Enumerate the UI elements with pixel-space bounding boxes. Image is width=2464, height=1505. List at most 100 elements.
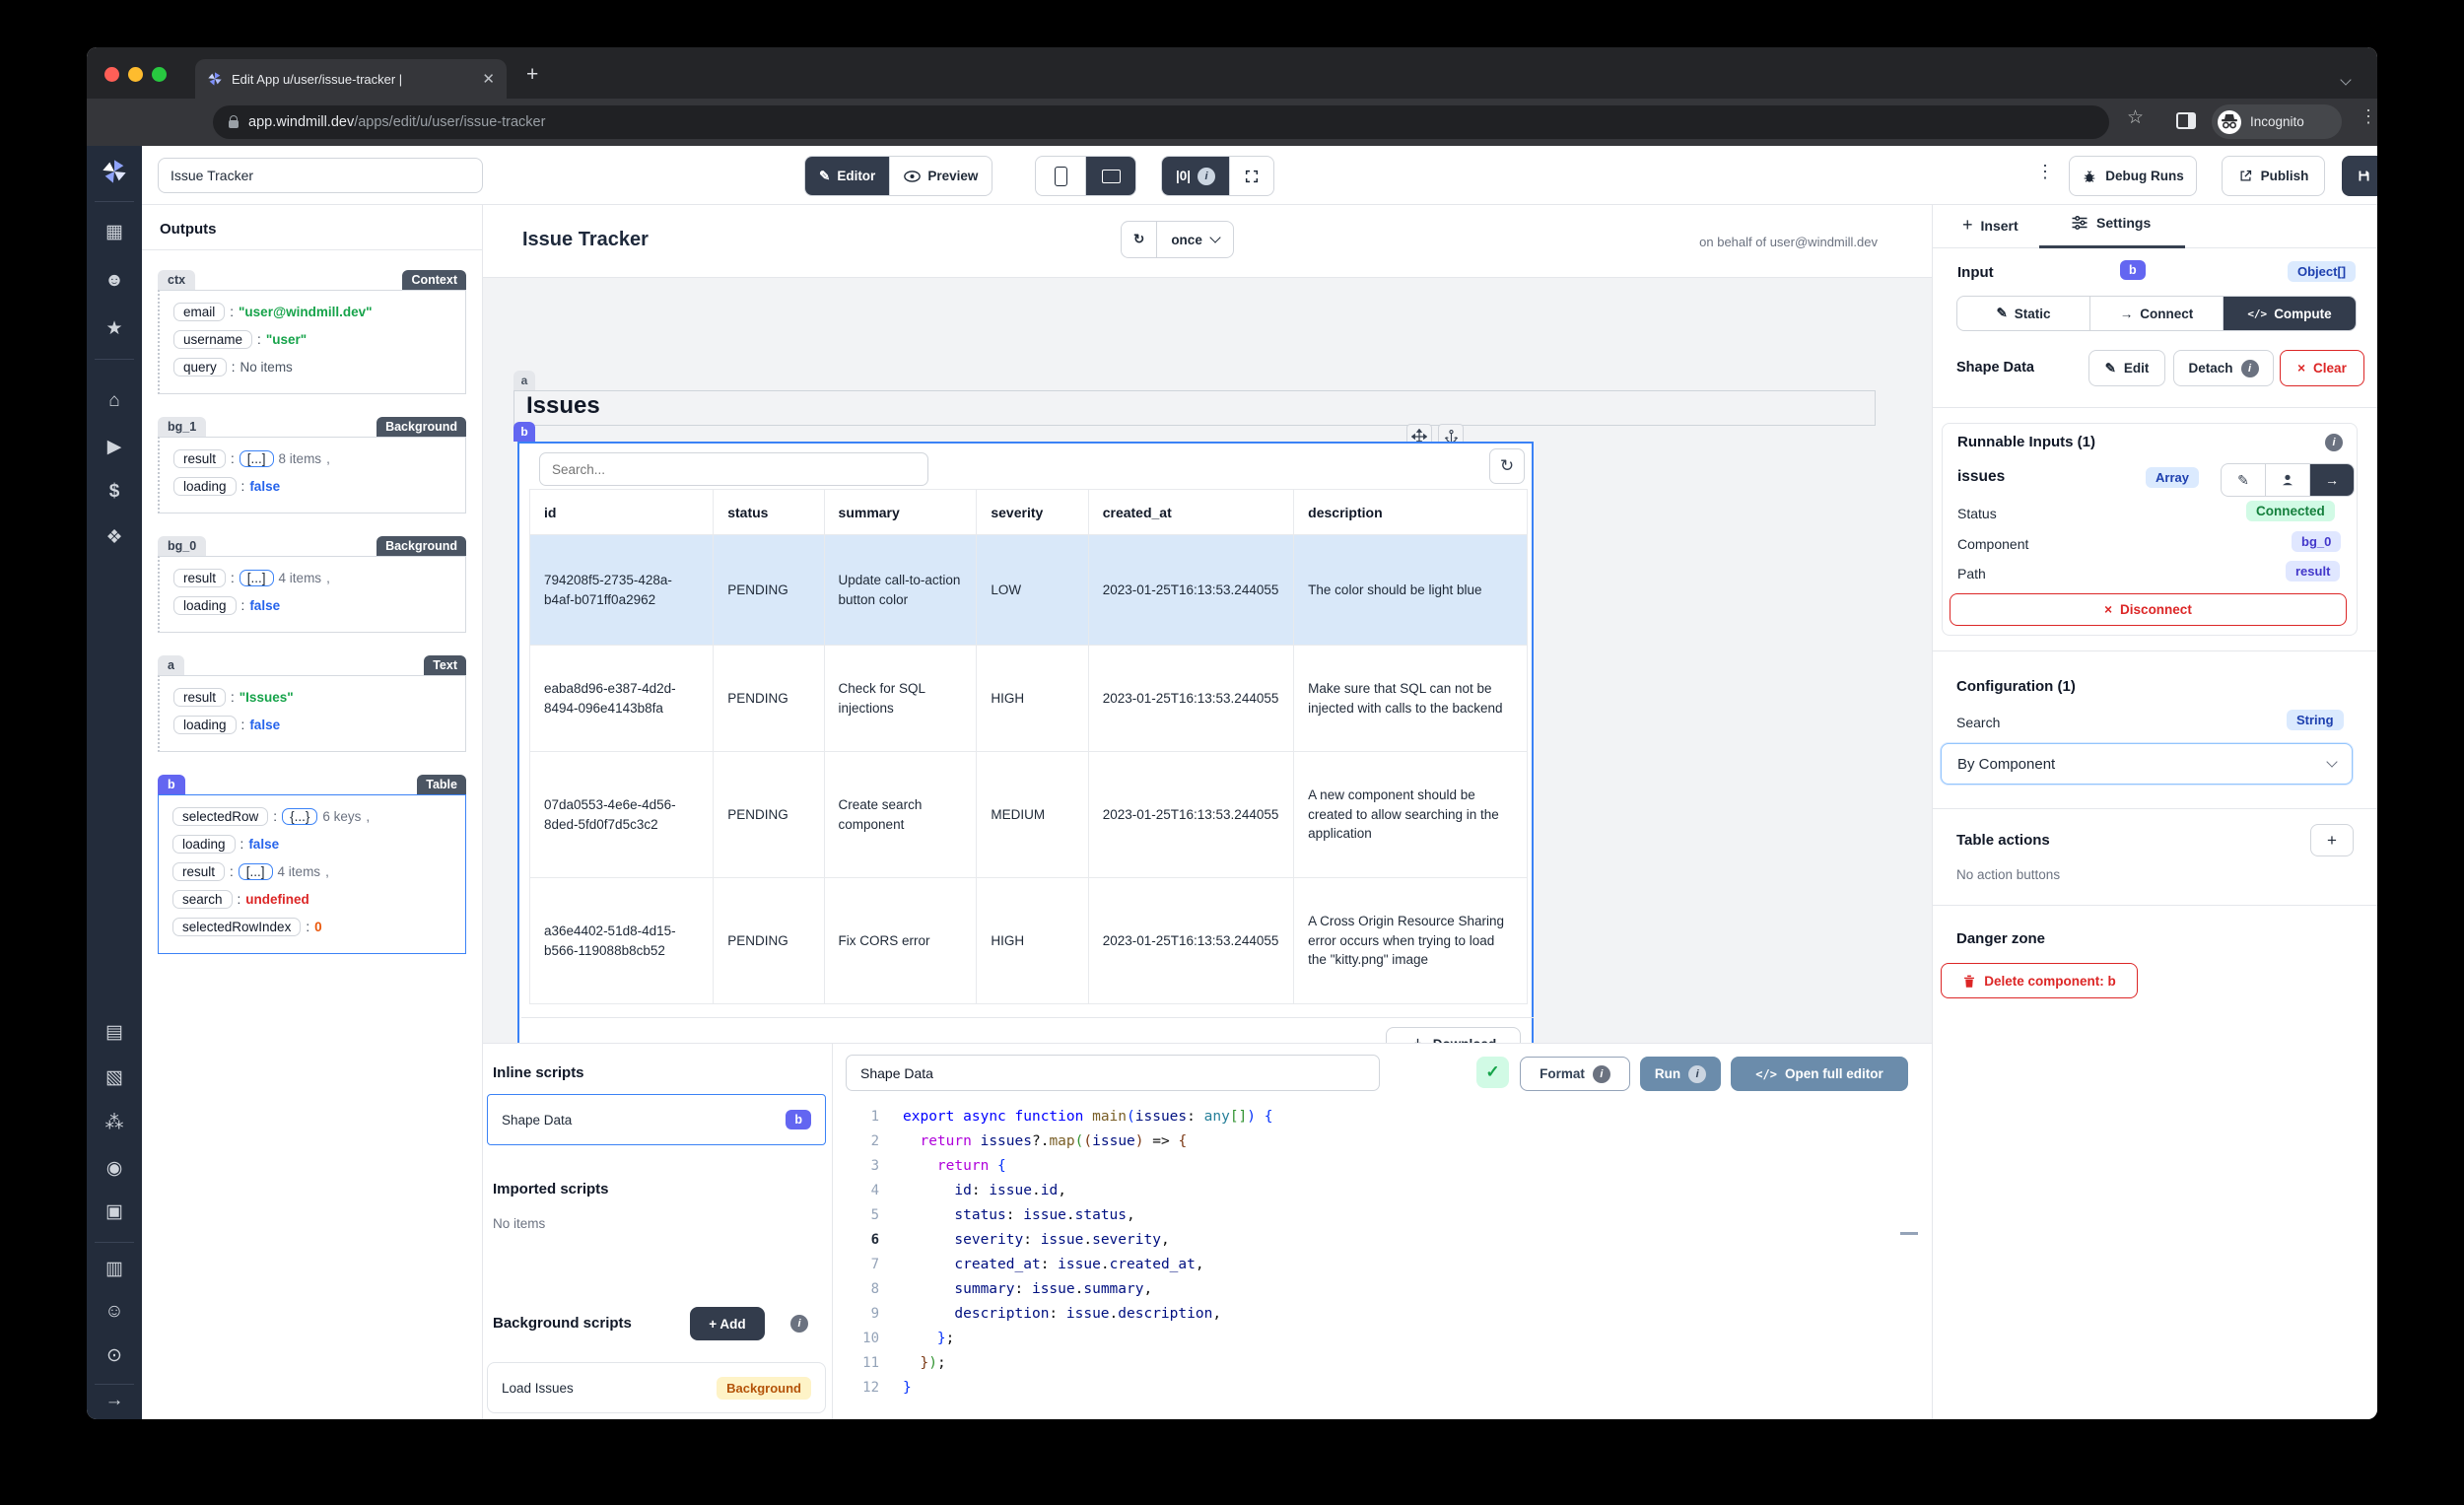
code-line[interactable]: 9 description: issue.description, xyxy=(846,1301,1924,1326)
sidebar-item-docs-icon[interactable]: ▥ xyxy=(87,1258,142,1280)
tab-close-icon[interactable]: ✕ xyxy=(482,70,495,88)
output-row[interactable]: search: undefined xyxy=(172,890,453,909)
debug-runs-button[interactable]: Debug Runs xyxy=(2069,156,2197,196)
sidebar-item-ai-icon[interactable]: ▣ xyxy=(87,1200,142,1223)
run-button[interactable]: Run i xyxy=(1640,1057,1721,1091)
output-key-pill[interactable]: search xyxy=(172,890,233,909)
publish-button[interactable]: Publish xyxy=(2222,156,2325,196)
table-column-header[interactable]: description xyxy=(1293,489,1528,535)
desktop-view-button[interactable] xyxy=(1085,157,1135,195)
mode-compute-button[interactable]: </> Compute xyxy=(2223,297,2356,330)
preview-tab[interactable]: Preview xyxy=(889,157,992,195)
output-key-pill[interactable]: result xyxy=(173,449,227,468)
output-row[interactable]: selectedRowIndex:0 xyxy=(172,918,453,936)
output-section-b[interactable]: b Table selectedRow: {...} 6 keys, loading: fa… xyxy=(158,775,466,954)
new-tab-button[interactable]: + xyxy=(526,63,538,87)
sidebar-item-apps-icon[interactable]: ▦ xyxy=(87,221,142,243)
output-key-pill[interactable]: result xyxy=(173,569,227,587)
output-row[interactable]: result: [...] 4 items, xyxy=(173,569,453,587)
collapse-rail-icon[interactable]: → xyxy=(87,1390,142,1411)
output-key-pill[interactable]: query xyxy=(173,358,227,376)
table-row[interactable]: eaba8d96-e387-4d2d-8494-096e4143b8fa PEND… xyxy=(528,645,1528,752)
table-column-header[interactable]: id xyxy=(528,489,715,535)
output-row[interactable]: query: No items xyxy=(173,358,453,376)
code-line[interactable]: 6 severity: issue.severity, xyxy=(846,1227,1924,1252)
output-row[interactable]: loading: false xyxy=(173,477,453,496)
traffic-minimize-button[interactable] xyxy=(128,67,143,82)
sidebar-item-resources-icon[interactable]: ❖ xyxy=(87,526,142,549)
output-section-bg_0[interactable]: bg_0 Background result: [...] 4 items, loadin… xyxy=(158,536,466,633)
sidebar-item-billing-icon[interactable]: $ xyxy=(87,481,142,503)
output-expand-pill[interactable]: [...] xyxy=(239,570,274,586)
editor-tab[interactable]: ✎ Editor xyxy=(805,157,890,195)
settings-tab[interactable]: Settings xyxy=(2071,215,2151,231)
static-mode-icon[interactable]: ✎ xyxy=(2222,464,2265,496)
sidebar-item-groups-icon[interactable]: ⁂ xyxy=(87,1112,142,1134)
code-line[interactable]: 2 return issues?.map((issue) => { xyxy=(846,1129,1924,1153)
code-line[interactable]: 3 return { xyxy=(846,1153,1924,1178)
output-key-pill[interactable]: result xyxy=(172,862,226,881)
script-name-input[interactable] xyxy=(846,1055,1380,1091)
code-line[interactable]: 11 }); xyxy=(846,1350,1924,1375)
outputs-toggle-button[interactable]: |0| i xyxy=(1162,157,1230,195)
app-refresh-icon[interactable]: ↻ xyxy=(1122,222,1156,257)
windmill-logo-icon[interactable] xyxy=(101,158,128,185)
browser-tab[interactable]: Edit App u/user/issue-tracker | ✕ xyxy=(195,59,507,99)
output-row[interactable]: result: [...] 4 items, xyxy=(172,862,453,881)
sidebar-item-home-icon[interactable]: ⌂ xyxy=(87,390,142,412)
output-section-ctx[interactable]: ctx Context email: "user@windmill.dev" usern… xyxy=(158,270,466,394)
background-script-item[interactable]: Load Issues Background xyxy=(487,1362,826,1413)
add-background-script-button[interactable]: + Add xyxy=(690,1307,765,1340)
side-panel-icon[interactable] xyxy=(2176,112,2196,129)
output-key-pill[interactable]: username xyxy=(173,330,253,349)
sidebar-item-user-icon[interactable]: ☻ xyxy=(87,270,142,292)
output-row[interactable]: result: [...] 8 items, xyxy=(173,449,453,468)
output-key-pill[interactable]: loading xyxy=(173,477,237,496)
sidebar-item-discord-icon[interactable]: ☺ xyxy=(87,1301,142,1323)
text-component-a[interactable] xyxy=(513,390,1876,426)
refresh-interval-dropdown[interactable]: once xyxy=(1156,222,1233,257)
delete-component-button[interactable]: Delete component: b xyxy=(1941,963,2138,998)
output-key-pill[interactable]: loading xyxy=(173,716,237,734)
code-line[interactable]: 10 }; xyxy=(846,1326,1924,1350)
output-key-pill[interactable]: result xyxy=(173,688,227,707)
output-row[interactable]: result: "Issues" xyxy=(173,688,453,707)
output-row[interactable]: selectedRow: {...} 6 keys, xyxy=(172,807,453,826)
table-row[interactable]: 07da0553-4e6e-4d56-8ded-5fd0f7d5c3c2 PEND… xyxy=(528,751,1528,878)
sidebar-item-folders-icon[interactable]: ▧ xyxy=(87,1066,142,1089)
output-key-pill[interactable]: email xyxy=(173,303,226,321)
clear-button[interactable]: × Clear xyxy=(2280,350,2364,386)
download-button[interactable]: Download xyxy=(1386,1027,1521,1043)
fullscreen-button[interactable] xyxy=(1229,157,1273,195)
output-row[interactable]: loading: false xyxy=(172,835,453,854)
code-line[interactable]: 5 status: issue.status, xyxy=(846,1202,1924,1227)
table-column-header[interactable]: summary xyxy=(823,489,978,535)
table-row[interactable]: 794208f5-2735-428a-b4af-b071ff0a2962 PEND… xyxy=(528,534,1528,646)
table-column-header[interactable]: severity xyxy=(976,489,1089,535)
code-line[interactable]: 12} xyxy=(846,1375,1924,1400)
mode-connect-button[interactable]: → Connect xyxy=(2089,297,2223,330)
table-component-b[interactable]: ↻ idstatussummaryseveritycreated_atdescr… xyxy=(517,442,1534,1043)
mobile-view-button[interactable] xyxy=(1036,157,1085,195)
table-refresh-button[interactable]: ↻ xyxy=(1489,448,1525,484)
more-menu-icon[interactable]: ⋮ xyxy=(2036,162,2054,182)
output-row[interactable]: email: "user@windmill.dev" xyxy=(173,303,453,321)
table-search-input[interactable] xyxy=(539,452,928,486)
code-line[interactable]: 4 id: issue.id, xyxy=(846,1178,1924,1202)
open-full-editor-button[interactable]: </> Open full editor xyxy=(1731,1057,1908,1091)
output-row[interactable]: username: "user" xyxy=(173,330,453,349)
output-section-bg_1[interactable]: bg_1 Background result: [...] 8 items, loadin… xyxy=(158,417,466,513)
app-canvas[interactable]: a Issues b ↻ idstatussummaryseveritycrea… xyxy=(483,278,1932,1043)
user-mode-button[interactable] xyxy=(2265,464,2309,496)
search-mode-select[interactable]: By Component xyxy=(1941,743,2353,785)
sidebar-item-runs-icon[interactable]: ▶ xyxy=(87,436,142,458)
code-editor[interactable]: 1 export async function main(issues: any[… xyxy=(846,1104,1924,1400)
insert-tab[interactable]: + Insert xyxy=(1962,215,2019,236)
output-expand-pill[interactable]: [...] xyxy=(239,450,274,467)
output-expand-pill[interactable]: {...} xyxy=(282,808,318,825)
output-key-pill[interactable]: loading xyxy=(172,835,236,854)
table-column-header[interactable]: created_at xyxy=(1087,489,1295,535)
connect-mode-button[interactable]: → xyxy=(2309,464,2354,496)
output-key-pill[interactable]: selectedRowIndex xyxy=(172,918,302,936)
sidebar-item-schedules-icon[interactable]: ▤ xyxy=(87,1021,142,1044)
